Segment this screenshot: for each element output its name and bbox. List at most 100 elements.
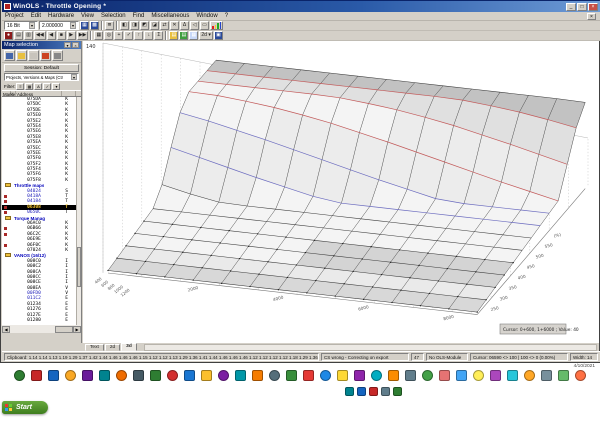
dock-app-icon-2[interactable] xyxy=(31,370,42,381)
insert-row-up-icon[interactable]: ◩ xyxy=(140,21,149,30)
dock-app-icon-7[interactable] xyxy=(116,370,127,381)
menu-item-project[interactable]: Project xyxy=(5,13,24,19)
map-list-vscrollbar[interactable] xyxy=(76,97,81,325)
column-header-Marker[interactable]: Marker xyxy=(2,91,17,97)
menu-item-edit[interactable]: Edit xyxy=(31,13,41,19)
filter-button-2[interactable]: A xyxy=(34,82,43,90)
toolbar-combo1[interactable]: 16 Bit ▾ xyxy=(4,21,38,30)
text-view-icon[interactable]: ≣ xyxy=(105,21,114,30)
filter-button-4[interactable]: ▾ xyxy=(52,82,61,90)
filter-button-0[interactable]: ≡ xyxy=(16,82,25,90)
menu-item-view[interactable]: View xyxy=(81,13,94,19)
map-list-hscrollbar[interactable]: ◀ ▶ xyxy=(2,325,81,333)
session-button[interactable]: Session: Default xyxy=(4,64,79,72)
dock-app-icon-6[interactable] xyxy=(99,370,110,381)
dock-app-icon-1[interactable] xyxy=(14,370,25,381)
dock-app-icon-3[interactable] xyxy=(48,370,59,381)
window-icon[interactable]: ▭ xyxy=(200,21,209,30)
close-button[interactable]: × xyxy=(588,2,598,11)
dock-app-icon-22[interactable] xyxy=(371,370,382,381)
panel-close-icon[interactable]: × xyxy=(72,42,79,48)
filter-button-3[interactable]: ✓ xyxy=(43,82,52,90)
multiply-icon[interactable]: ✕ xyxy=(170,21,179,30)
dock-app-icon-26[interactable] xyxy=(439,370,450,381)
minimize-button[interactable]: _ xyxy=(566,2,576,11)
menu-item-miscellaneous[interactable]: Miscellaneous xyxy=(151,13,189,19)
next-map-icon[interactable]: ▶ xyxy=(66,31,76,40)
title-bar[interactable]: WinOLS - Throttle Opening * _ □ × xyxy=(2,1,600,12)
open-map-folder-icon[interactable] xyxy=(16,50,27,61)
save-icon[interactable] xyxy=(4,50,15,61)
tab-3d[interactable]: 3d xyxy=(121,343,137,351)
apply-icon[interactable]: ✓ xyxy=(124,31,134,40)
dock-app-icon-29[interactable] xyxy=(490,370,501,381)
grid-icon[interactable]: ▦ xyxy=(94,31,104,40)
scroll-left-icon[interactable]: ◀ xyxy=(2,325,10,333)
open-project-icon[interactable]: ▤ xyxy=(14,31,23,40)
save-project-icon[interactable]: ▥ xyxy=(24,31,33,40)
insert-col-right-icon[interactable]: ◨ xyxy=(130,21,139,30)
dock-app-icon-17[interactable] xyxy=(286,370,297,381)
dock-app-icon-9[interactable] xyxy=(150,370,161,381)
scroll-right-icon[interactable]: ▶ xyxy=(73,325,81,333)
checksum-icon[interactable]: ▤ xyxy=(179,31,189,40)
up-icon[interactable]: ↑ xyxy=(134,31,144,40)
dock-app-icon-34[interactable] xyxy=(575,370,586,381)
dock-app-icon-11[interactable] xyxy=(184,370,195,381)
3d-surface-chart[interactable]: 14040060080010001200 20004000600080002503… xyxy=(83,41,599,343)
subdock-app-icon-2[interactable] xyxy=(357,387,366,396)
column-header-Address[interactable]: Address xyxy=(16,91,62,97)
dock-app-icon-24[interactable] xyxy=(405,370,416,381)
down-icon[interactable]: ↓ xyxy=(144,31,154,40)
add-icon[interactable]: + xyxy=(114,31,124,40)
tab-text[interactable]: Text xyxy=(85,344,104,351)
panel-pin-icon[interactable]: ▾ xyxy=(64,42,71,48)
zoom-icon[interactable]: ◎ xyxy=(104,31,114,40)
view-2d-icon[interactable]: ▦ xyxy=(80,21,89,30)
first-map-icon[interactable]: ◀◀ xyxy=(34,31,46,40)
swap-axes-icon[interactable]: ⇄ xyxy=(160,21,169,30)
panel-header[interactable]: Map selection ▾ × xyxy=(2,41,81,49)
dock-app-icon-33[interactable] xyxy=(558,370,569,381)
view-3d-icon[interactable]: ▩ xyxy=(90,21,99,30)
selection-icon[interactable]: ▣ xyxy=(213,31,223,40)
scope-dropdown[interactable]: Projects, Versions & Maps (Ctr ▾ xyxy=(4,73,79,81)
dock-app-icon-25[interactable] xyxy=(422,370,433,381)
delta-icon[interactable]: Δ xyxy=(180,21,189,30)
column-header-type[interactable] xyxy=(62,91,76,96)
menu-item--[interactable]: ? xyxy=(225,13,228,19)
dock-app-icon-23[interactable] xyxy=(388,370,399,381)
export-icon[interactable] xyxy=(52,50,63,61)
dock-app-icon-18[interactable] xyxy=(303,370,314,381)
insert-col-left-icon[interactable]: ◧ xyxy=(120,21,129,30)
dock-app-icon-13[interactable] xyxy=(218,370,229,381)
filter-button-1[interactable]: ▦ xyxy=(25,82,34,90)
dock-app-icon-12[interactable] xyxy=(201,370,212,381)
tab-2d[interactable]: 2d xyxy=(104,344,121,351)
dock-app-icon-20[interactable] xyxy=(337,370,348,381)
project-icon[interactable]: ● xyxy=(4,31,13,40)
menu-item-window[interactable]: Window xyxy=(196,13,217,19)
subdock-app-icon-5[interactable] xyxy=(393,387,402,396)
child-close-icon[interactable]: × xyxy=(587,13,596,20)
dock-app-icon-4[interactable] xyxy=(65,370,76,381)
dock-app-icon-8[interactable] xyxy=(133,370,144,381)
dock-app-icon-21[interactable] xyxy=(354,370,365,381)
previous-map-icon[interactable]: ◁ xyxy=(190,21,199,30)
menu-item-selection[interactable]: Selection xyxy=(101,13,126,19)
maximize-button[interactable]: □ xyxy=(577,2,587,11)
last-map-icon[interactable]: ▶▶ xyxy=(76,31,89,40)
dock-app-icon-28[interactable] xyxy=(473,370,484,381)
dock-app-icon-5[interactable] xyxy=(82,370,93,381)
dock-app-icon-32[interactable] xyxy=(541,370,552,381)
dock-app-icon-15[interactable] xyxy=(252,370,263,381)
dock-app-icon-10[interactable] xyxy=(167,370,178,381)
dock-app-icon-16[interactable] xyxy=(269,370,280,381)
prev-map-icon[interactable]: ◀ xyxy=(46,31,56,40)
map-row-01280[interactable]: 01280 E xyxy=(2,318,81,323)
folder-dropdown-icon[interactable] xyxy=(28,50,39,61)
sum-icon[interactable]: Σ xyxy=(154,31,164,40)
map-list-icon[interactable]: ▦ xyxy=(189,31,199,40)
subdock-app-icon-4[interactable] xyxy=(381,387,390,396)
subdock-app-icon-1[interactable] xyxy=(345,387,354,396)
